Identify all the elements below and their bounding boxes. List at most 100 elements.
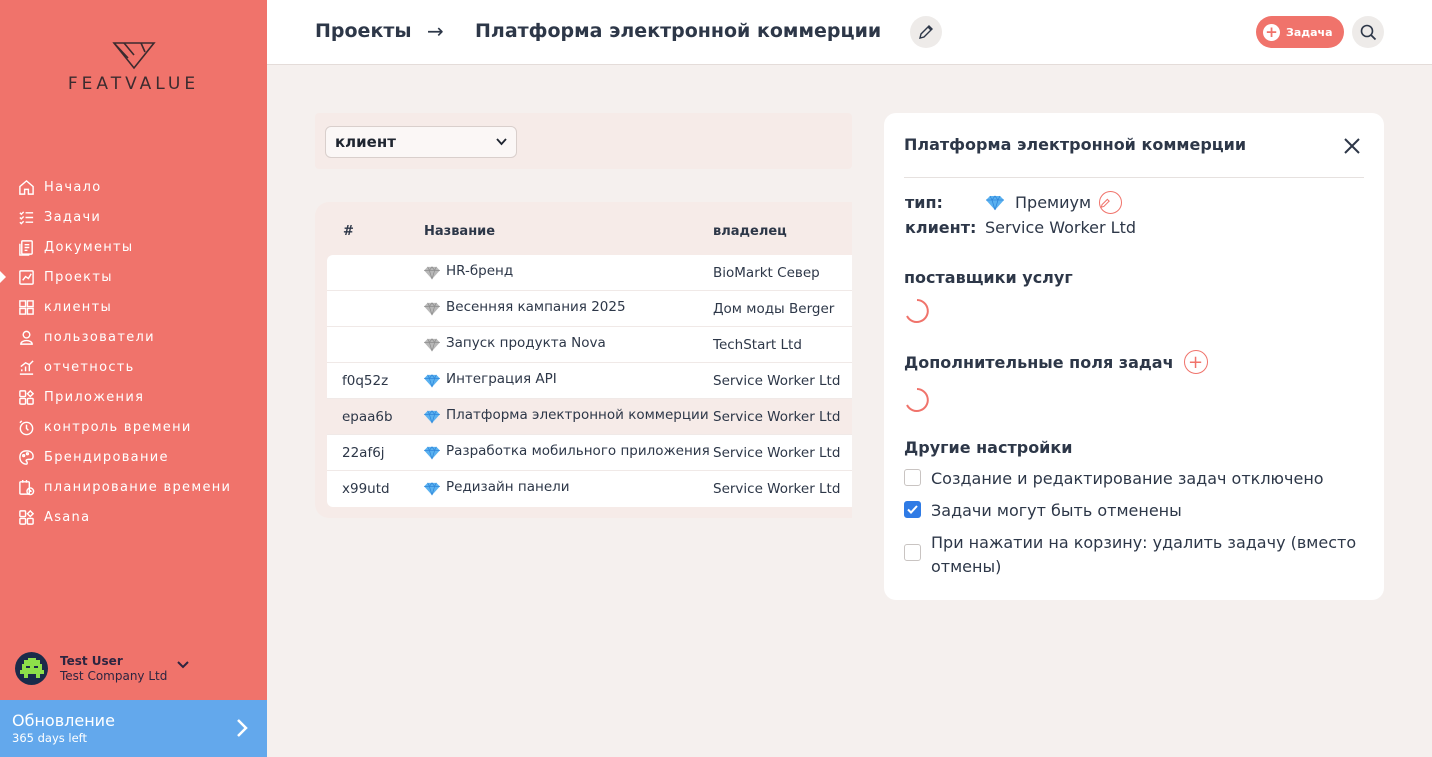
sidebar-item-users[interactable]: пользователи xyxy=(0,322,267,352)
type-value: Премиум xyxy=(1015,193,1092,212)
sidebar-item-reports[interactable]: отчетность xyxy=(0,352,267,382)
sidebar-item-clients[interactable]: клиенты xyxy=(0,292,267,322)
column-header-owner[interactable]: владелец xyxy=(713,224,787,239)
apps-icon xyxy=(17,388,35,406)
projects-icon xyxy=(17,268,35,286)
project-name-cell: Платформа электронной коммерции xyxy=(423,406,709,424)
diamond-basic-icon xyxy=(424,302,440,316)
project-name: Платформа электронной коммерции xyxy=(446,407,709,423)
panel-title: Платформа электронной коммерции xyxy=(904,135,1247,154)
project-name: Разработка мобильного приложения xyxy=(446,443,710,459)
project-name-cell: Весенняя кампания 2025 xyxy=(423,298,626,316)
project-id: f0q52z xyxy=(342,373,389,389)
user-menu[interactable]: Test User Test Company Ltd xyxy=(15,652,190,685)
sidebar-item-label: Брендирование xyxy=(44,449,169,465)
table-row[interactable]: epaa6b Платформа электронной коммерции Ser… xyxy=(327,399,852,435)
project-name-cell: Разработка мобильного приложения xyxy=(423,442,710,460)
search-button[interactable] xyxy=(1352,16,1384,48)
setting-disable-task-editing[interactable]: Создание и редактирование задач отключен… xyxy=(904,467,1361,491)
diamond-premium-icon xyxy=(986,194,1004,210)
projects-table: # Название владелец HR-бренд BioMarkt Сев… xyxy=(315,202,852,518)
project-name-cell: Редизайн панели xyxy=(423,478,570,496)
tasks-icon xyxy=(17,208,35,226)
sidebar-item-label: Начало xyxy=(44,179,102,195)
reports-icon xyxy=(17,358,35,376)
checkbox[interactable] xyxy=(904,469,921,486)
sidebar-item-projects[interactable]: Проекты xyxy=(0,262,267,292)
sidebar-item-label: Проекты xyxy=(44,269,113,285)
group-by-value: клиент xyxy=(335,133,396,151)
project-owner: BioMarkt Север xyxy=(713,265,820,281)
table-row[interactable]: HR-бренд BioMarkt Север xyxy=(327,255,852,291)
extra-fields-title: Дополнительные поля задач xyxy=(904,352,1174,372)
add-task-button[interactable]: + Задача xyxy=(1256,16,1344,48)
sidebar-item-apps[interactable]: Приложения xyxy=(0,382,267,412)
pencil-icon xyxy=(1100,198,1110,208)
table-row[interactable]: 22af6j Разработка мобильного приложения Se… xyxy=(327,435,852,471)
add-task-label: Задача xyxy=(1286,25,1333,39)
project-detail-panel: Платформа электронной коммерции тип: Пре… xyxy=(884,113,1384,600)
breadcrumb-arrow: → xyxy=(427,19,444,43)
setting-label: Создание и редактирование задач отключен… xyxy=(931,469,1324,488)
add-extra-field-button[interactable]: + xyxy=(1183,350,1208,374)
sidebar-nav: Начало Задачи Документы Проекты клиенты … xyxy=(0,172,267,532)
home-icon xyxy=(17,178,35,196)
diamond-premium-icon xyxy=(424,410,440,424)
column-header-id[interactable]: # xyxy=(343,224,354,239)
project-name-cell: Интеграция API xyxy=(423,370,557,388)
setting-trash-deletes-task[interactable]: При нажатии на корзину: удалить задачу (… xyxy=(904,531,1361,579)
column-header-name[interactable]: Название xyxy=(424,224,495,239)
logo[interactable]: FEATVALUE xyxy=(46,40,221,94)
filter-bar: клиент xyxy=(315,113,852,169)
user-company: Test Company Ltd xyxy=(60,669,168,683)
user-icon xyxy=(17,328,35,346)
chevron-down-icon[interactable] xyxy=(177,660,190,669)
sidebar-item-time-tracking[interactable]: контроль времени xyxy=(0,412,267,442)
close-panel-button[interactable] xyxy=(1341,135,1363,157)
project-owner: Service Worker Ltd xyxy=(713,481,841,497)
apps-icon xyxy=(17,508,35,526)
other-settings-title: Другие настройки xyxy=(904,438,1073,457)
sidebar-item-label: Документы xyxy=(44,239,134,255)
sidebar-item-home[interactable]: Начало xyxy=(0,172,267,202)
chevron-down-icon xyxy=(496,138,507,146)
table-row[interactable]: x99utd Редизайн панели Service Worker Ltd xyxy=(327,471,852,507)
providers-title: поставщики услуг xyxy=(904,268,1073,287)
sidebar-item-label: Приложения xyxy=(44,389,145,405)
project-name: Интеграция API xyxy=(446,371,557,387)
search-icon xyxy=(1360,24,1376,40)
update-title: Обновление xyxy=(12,711,115,730)
logo-text: FEATVALUE xyxy=(67,74,200,94)
top-header: Проекты → Платформа электронной коммерци… xyxy=(267,0,1432,65)
project-id: 22af6j xyxy=(342,445,385,461)
diamond-basic-icon xyxy=(424,338,440,352)
edit-project-button[interactable] xyxy=(910,16,942,48)
loading-spinner-icon xyxy=(906,299,929,323)
breadcrumb-root[interactable]: Проекты xyxy=(315,20,412,42)
user-name: Test User xyxy=(60,654,123,668)
table-row[interactable]: Запуск продукта Nova TechStart Ltd xyxy=(327,327,852,363)
checkbox-checked[interactable] xyxy=(904,501,921,518)
group-by-select[interactable]: клиент xyxy=(325,126,517,158)
sidebar-item-branding[interactable]: Брендирование xyxy=(0,442,267,472)
sidebar: FEATVALUE Начало Задачи Документы Проект… xyxy=(0,0,267,757)
sidebar-item-time-planning[interactable]: планирование времени xyxy=(0,472,267,502)
setting-tasks-cancellable[interactable]: Задачи могут быть отменены xyxy=(904,499,1361,523)
client-value[interactable]: Service Worker Ltd xyxy=(985,218,1136,237)
checkmark-icon xyxy=(907,505,918,514)
project-owner: Service Worker Ltd xyxy=(713,445,841,461)
project-owner: Дом моды Berger xyxy=(713,301,835,317)
project-client-row: клиент: Service Worker Ltd xyxy=(905,218,1136,237)
setting-label: При нажатии на корзину: удалить задачу (… xyxy=(931,533,1357,576)
checkbox[interactable] xyxy=(904,544,921,561)
sidebar-item-tasks[interactable]: Задачи xyxy=(0,202,267,232)
sidebar-item-label: пользователи xyxy=(44,329,155,345)
table-row[interactable]: Весенняя кампания 2025 Дом моды Berger xyxy=(327,291,852,327)
sidebar-item-asana[interactable]: Asana xyxy=(0,502,267,532)
update-banner[interactable]: Обновление 365 days left xyxy=(0,700,267,757)
avatar-invader-icon xyxy=(19,657,44,678)
sidebar-item-documents[interactable]: Документы xyxy=(0,232,267,262)
logo-mark-icon xyxy=(111,42,156,70)
edit-type-button[interactable] xyxy=(1099,191,1123,214)
table-row[interactable]: f0q52z Интеграция API Service Worker Ltd xyxy=(327,363,852,399)
